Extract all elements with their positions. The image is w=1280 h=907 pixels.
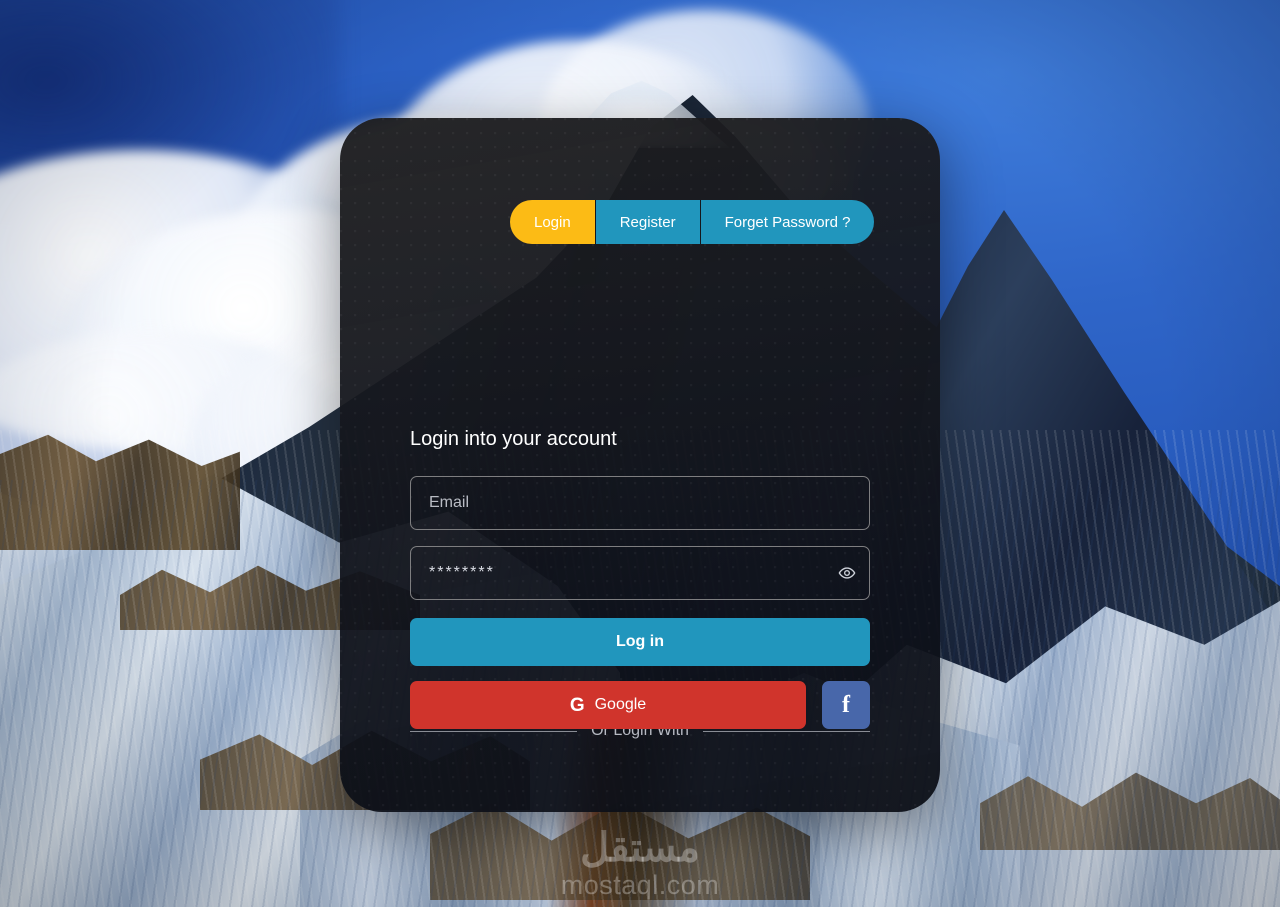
- tab-login-label: Login: [534, 213, 571, 231]
- toggle-password-visibility-button[interactable]: [825, 547, 869, 599]
- tab-forget-password[interactable]: Forget Password ?: [700, 200, 875, 244]
- google-icon: G: [569, 694, 585, 716]
- facebook-login-button[interactable]: f: [822, 681, 870, 729]
- tab-forget-password-label: Forget Password ?: [724, 213, 851, 231]
- password-input[interactable]: ********: [411, 564, 825, 582]
- google-login-label: Google: [594, 696, 647, 713]
- tab-register[interactable]: Register: [595, 200, 701, 244]
- email-field[interactable]: [410, 476, 870, 530]
- facebook-icon: f: [842, 692, 850, 718]
- google-login-button[interactable]: G Google: [410, 681, 806, 729]
- email-input[interactable]: [411, 477, 869, 529]
- login-card: Login Register Forget Password ? Login i…: [340, 118, 940, 812]
- tab-register-label: Register: [619, 213, 676, 231]
- login-card-content: Login Register Forget Password ? Login i…: [410, 118, 875, 812]
- page-title: Login into your account: [410, 428, 617, 450]
- login-page: مستقل mostaql.com Login Register Forget …: [0, 0, 1280, 907]
- eye-icon: [838, 564, 856, 582]
- login-button[interactable]: Log in: [410, 618, 870, 666]
- social-login-row: G Google f: [410, 681, 870, 729]
- auth-tabs: Login Register Forget Password ?: [510, 200, 875, 244]
- divider-rule-right: [702, 730, 870, 732]
- password-field[interactable]: ********: [410, 546, 870, 600]
- tab-login[interactable]: Login: [510, 200, 596, 244]
- divider-rule-left: [410, 730, 578, 732]
